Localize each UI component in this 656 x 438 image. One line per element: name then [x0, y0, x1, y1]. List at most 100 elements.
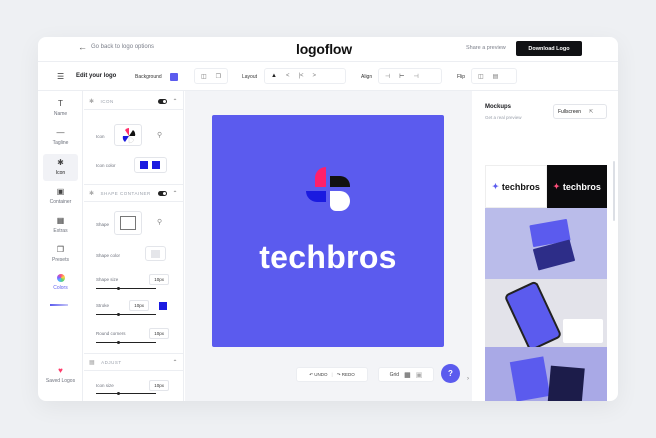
- divider: [84, 370, 184, 371]
- shape-label: Shape: [96, 222, 110, 227]
- back-link[interactable]: ← Go back to logo options: [78, 43, 155, 52]
- icon-section-header[interactable]: ✱ ICON ⌃: [84, 94, 184, 108]
- align-center-icon[interactable]: ⊣: [385, 73, 390, 80]
- rail-item-presets[interactable]: ❐ Presets: [38, 245, 83, 263]
- icon-thumbnail: [122, 128, 136, 144]
- shape-size-slider[interactable]: [96, 287, 156, 290]
- colors-underline: [50, 304, 68, 306]
- rail-item-name[interactable]: T Name: [38, 99, 83, 117]
- rail-item-extras[interactable]: ▦ Extras: [38, 216, 83, 234]
- shape-color-label: Shape color: [96, 253, 121, 258]
- rail-item-colors[interactable]: Colors: [38, 274, 83, 291]
- mockup-business-cards[interactable]: [485, 208, 607, 279]
- shape-color-picker[interactable]: [145, 246, 166, 261]
- logo-mark-icon: ✦: [492, 182, 499, 191]
- app-logo[interactable]: logoflow: [296, 41, 352, 57]
- rail-item-container[interactable]: ▣ Container: [38, 187, 83, 205]
- left-rail: T Name — Tagline ✱ Icon ▣ Container ▦ Extras …: [38, 91, 83, 401]
- trash-icon[interactable]: ◫: [201, 73, 207, 80]
- square-shape-icon: [120, 216, 136, 230]
- chevron-up-icon[interactable]: ⌃: [172, 190, 178, 197]
- text-icon: T: [58, 99, 63, 108]
- logo-mark-icon: ✦: [553, 182, 560, 191]
- adjust-section-icon: ▦: [89, 359, 96, 366]
- saved-logos-button[interactable]: ♥ Saved Logos: [38, 366, 83, 384]
- grid-on-icon[interactable]: ▦: [404, 371, 411, 379]
- flip-horizontal-icon[interactable]: ◫: [478, 73, 484, 80]
- adjust-section-header[interactable]: ▦ ADJUST ⌃: [84, 355, 184, 369]
- flip-label: Flip: [457, 74, 466, 80]
- help-button[interactable]: ?: [441, 364, 460, 383]
- heart-icon: ♥: [58, 366, 63, 375]
- background-swatch[interactable]: [170, 73, 178, 81]
- presets-icon: ❐: [56, 245, 65, 254]
- divider: [84, 109, 184, 110]
- flip-vertical-icon[interactable]: ▤: [493, 73, 499, 80]
- layout-stacked-icon[interactable]: ▲: [271, 73, 277, 79]
- icon-size-slider[interactable]: [96, 392, 156, 395]
- mockup-tote-bags[interactable]: [485, 347, 607, 401]
- round-corners-label: Round corners: [96, 331, 126, 336]
- divider: [84, 184, 184, 185]
- layout-right-icon[interactable]: >: [313, 73, 317, 79]
- shape-toggle[interactable]: [158, 190, 167, 196]
- shape-size-value[interactable]: 10px: [149, 274, 169, 285]
- grid-off-icon[interactable]: ▣: [416, 371, 423, 379]
- back-label: Go back to logo options: [91, 44, 155, 50]
- align-options: ⊣ ⊢ ⊣: [378, 68, 442, 84]
- stroke-value[interactable]: 10px: [129, 300, 149, 311]
- layout-left-icon[interactable]: <: [286, 73, 290, 79]
- background-label: Background: [135, 74, 162, 80]
- icon-icon: ✱: [57, 158, 64, 167]
- shape-section-header[interactable]: ✱ SHAPE CONTAINER ⌃: [84, 186, 184, 200]
- download-logo-button[interactable]: Download Logo: [516, 41, 582, 56]
- pinwheel-logo-icon: [306, 167, 350, 211]
- mockups-scrollbar[interactable]: [613, 161, 615, 221]
- redo-button[interactable]: ↷ REDO: [337, 372, 355, 378]
- expand-icon: ⇱: [589, 108, 594, 115]
- mockup-phone[interactable]: [485, 279, 607, 347]
- brand-name: techbros: [259, 239, 397, 275]
- stroke-color-swatch[interactable]: [159, 302, 167, 310]
- round-corners-value[interactable]: 10px: [149, 328, 169, 339]
- mockup-dark: ✦ techbros: [547, 165, 607, 208]
- share-preview-link[interactable]: Share a preview: [466, 45, 506, 51]
- round-corners-slider[interactable]: [96, 341, 156, 344]
- icon-color-swatch-1[interactable]: [140, 161, 148, 169]
- icon-picker[interactable]: [114, 124, 142, 146]
- toolbar: ☰ Edit your logo Background ◫ ❐ Layout ▲…: [38, 62, 618, 91]
- edit-title: Edit your logo: [76, 73, 117, 79]
- rail-item-icon[interactable]: ✱ Icon: [43, 154, 78, 181]
- chevron-up-icon[interactable]: ⌃: [172, 98, 178, 105]
- shape-section-icon: ✱: [89, 190, 95, 197]
- chevron-right-icon[interactable]: ›: [467, 376, 469, 382]
- shape-size-label: Shape size: [96, 277, 119, 282]
- icon-label: Icon: [96, 134, 105, 139]
- grid-label: Grid: [389, 371, 400, 378]
- tagline-icon: —: [56, 128, 65, 137]
- icon-color-swatch-2[interactable]: [152, 161, 160, 169]
- align-left-icon[interactable]: ⊢: [399, 73, 404, 80]
- stroke-slider[interactable]: [96, 313, 156, 316]
- chevron-up-icon[interactable]: ⌃: [172, 359, 178, 366]
- icon-size-label: Icon size: [96, 383, 114, 388]
- align-right-icon[interactable]: ⊣: [413, 73, 418, 80]
- divider: [84, 201, 184, 202]
- duplicate-icon[interactable]: ❐: [216, 73, 221, 80]
- layout-middle-icon[interactable]: |<: [298, 73, 303, 79]
- search-icon[interactable]: ⚲: [157, 131, 162, 139]
- history-controls: ↶ UNDO | ↷ REDO: [296, 367, 368, 382]
- align-label: Align: [361, 74, 373, 80]
- shape-picker[interactable]: [114, 211, 142, 235]
- icon-toggle[interactable]: [158, 98, 167, 104]
- icon-color-picker[interactable]: [134, 157, 167, 173]
- undo-button[interactable]: ↶ UNDO: [309, 372, 327, 378]
- mockup-logo-tiles[interactable]: ✦ techbros ✦ techbros: [485, 165, 607, 208]
- logo-artboard[interactable]: techbros: [212, 115, 444, 347]
- search-icon[interactable]: ⚲: [157, 218, 162, 226]
- rail-item-tagline[interactable]: — Tagline: [38, 128, 83, 146]
- fullscreen-button[interactable]: Fullscreen ⇱: [553, 104, 607, 119]
- stroke-label: Stroke: [96, 303, 110, 308]
- icon-size-value[interactable]: 10px: [149, 380, 169, 391]
- container-icon: ▣: [56, 187, 65, 196]
